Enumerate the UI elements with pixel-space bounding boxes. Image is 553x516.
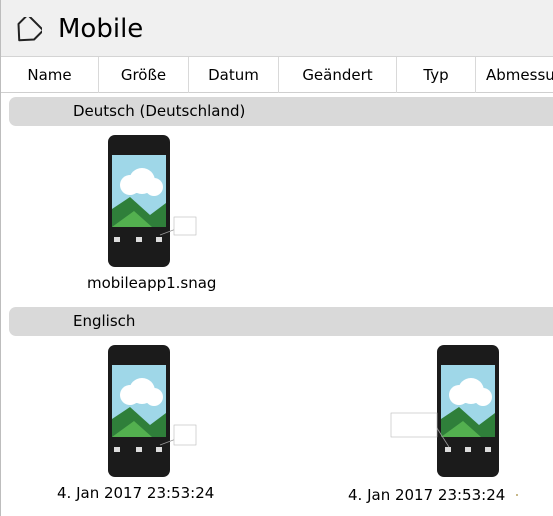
- column-header-type[interactable]: Typ: [397, 57, 476, 93]
- tag-icon: [12, 13, 45, 45]
- column-header-size[interactable]: Größe: [99, 57, 189, 93]
- title-bar: Mobile: [1, 0, 553, 57]
- window-title: Mobile: [58, 14, 144, 44]
- group-label: Deutsch (Deutschland): [73, 102, 246, 120]
- file-browser-window: Mobile Name Größe Datum Geändert Typ Abm…: [0, 0, 553, 516]
- column-header-modified[interactable]: Geändert: [279, 57, 397, 93]
- group-header-deutsch[interactable]: Deutsch (Deutschland): [9, 97, 553, 126]
- file-date-caption[interactable]: 4. Jan 2017 23:53:24: [57, 483, 214, 503]
- group-label: Englisch: [73, 312, 136, 330]
- file-thumbnail[interactable]: [389, 343, 499, 480]
- column-header-dimensions[interactable]: Abmessu: [476, 57, 553, 93]
- column-header-row: Name Größe Datum Geändert Typ Abmessu: [1, 57, 553, 93]
- column-header-date[interactable]: Datum: [189, 57, 279, 93]
- group-header-englisch[interactable]: Englisch: [9, 307, 553, 336]
- file-thumbnail[interactable]: [100, 131, 199, 270]
- column-header-name[interactable]: Name: [1, 57, 99, 93]
- status-dot: [516, 494, 518, 496]
- file-thumbnail[interactable]: [100, 343, 199, 480]
- file-name[interactable]: mobileapp1.snag: [87, 273, 216, 293]
- file-date-caption[interactable]: 4. Jan 2017 23:53:24: [348, 485, 505, 505]
